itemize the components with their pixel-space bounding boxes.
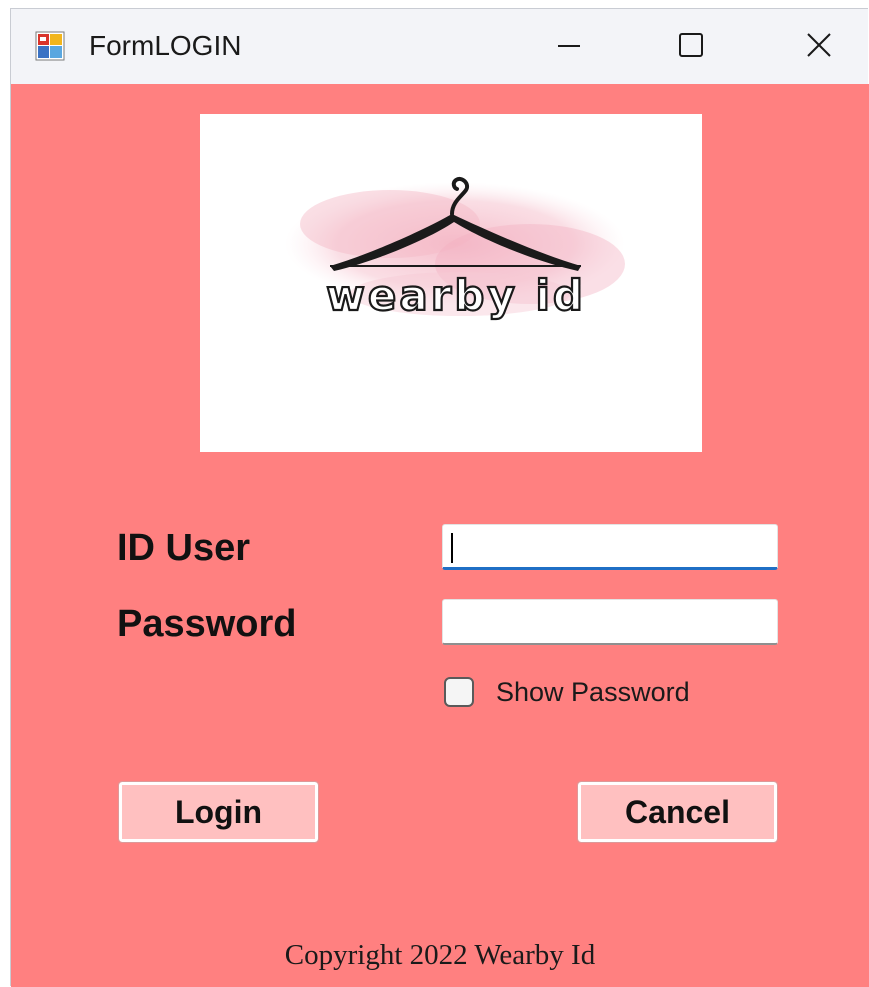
maximize-icon	[676, 30, 706, 65]
form-body: wearby id ID User Password Show Password…	[11, 84, 869, 987]
id-user-label: ID User	[117, 527, 251, 569]
close-button[interactable]	[789, 19, 849, 75]
password-input[interactable]	[442, 599, 778, 645]
minimize-icon	[554, 30, 584, 65]
login-window: FormLOGIN wearby id ID User Password Sho…	[10, 8, 869, 987]
copyright-text: Copyright 2022 Wearby Id	[284, 939, 596, 971]
window-title: FormLOGIN	[89, 30, 242, 61]
text-caret	[451, 533, 453, 563]
show-password-label[interactable]: Show Password	[496, 675, 690, 709]
hanger-icon: wearby id	[285, 177, 625, 321]
maximize-button[interactable]	[661, 19, 721, 75]
close-icon	[804, 30, 834, 65]
title-bar[interactable]: FormLOGIN	[11, 9, 868, 84]
login-button[interactable]: Login	[118, 781, 319, 843]
svg-text:wearby id: wearby id	[326, 271, 586, 320]
logo-picturebox: wearby id	[200, 114, 702, 452]
password-label: Password	[117, 603, 297, 645]
id-user-input[interactable]	[442, 524, 778, 570]
show-password-checkbox[interactable]	[444, 677, 474, 707]
cancel-button[interactable]: Cancel	[577, 781, 778, 843]
app-icon	[35, 31, 65, 61]
minimize-button[interactable]	[539, 19, 599, 75]
